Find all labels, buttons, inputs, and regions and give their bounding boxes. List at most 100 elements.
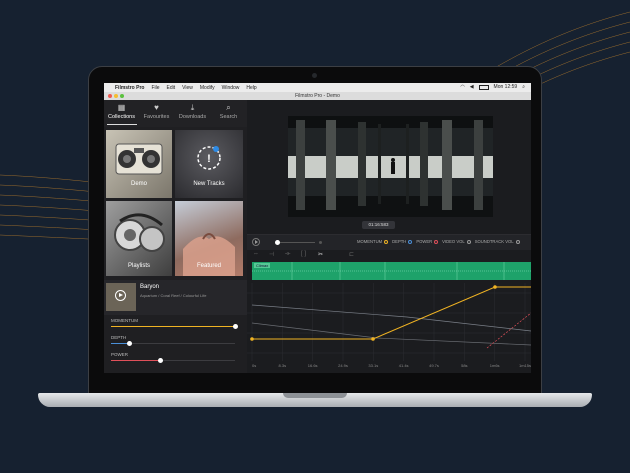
tab-favourites-label: Favourites [143,114,170,120]
menu-modify[interactable]: Modify [200,85,215,91]
clock[interactable]: Mon 12:59 [494,84,518,90]
momentum-slider[interactable] [111,324,238,329]
active-tab-indicator [107,124,137,125]
power-label: POWER [111,352,129,357]
new-tracks-icon: ! [197,146,221,170]
zoom-window-button[interactable] [120,94,124,98]
region-label: Climax [254,263,271,268]
scrubber[interactable] [275,240,315,245]
momentum-knob[interactable] [232,324,238,329]
music-region[interactable]: Climax [252,262,531,280]
timeline-tick-label: 16.6s [308,363,318,368]
timeline-tick-label: 49.7s [429,363,439,368]
minimize-window-button[interactable] [114,94,118,98]
depth-dot-icon [408,239,413,244]
timeline-tick-label: 58s [461,363,467,368]
split-icon[interactable]: ⟛ [285,251,290,258]
svg-text:!: ! [207,153,211,165]
tile-demo[interactable]: Demo [106,130,172,198]
menu-view[interactable]: View [182,85,193,91]
legend-power-label: POWER [416,239,433,244]
momentum-keyframe[interactable] [493,285,497,289]
heart-icon: ♥ [154,103,159,112]
transport-bar: MOMENTUM DEPTH POWER VIDEO VOL SOUNDTRAC… [247,234,531,250]
power-slider[interactable] [111,358,235,363]
legend-soundtrack-vol[interactable]: SOUNDTRACK VOL [475,239,520,244]
play-button[interactable] [252,238,260,246]
menubar: Filmstro Pro File Edit View Modify Windo… [104,83,531,92]
volume-icon[interactable]: ◀ [470,84,474,90]
menu-help[interactable]: Help [246,85,256,91]
tab-search[interactable]: ⌕ Search [211,103,246,120]
tile-playlists-label: Playlists [127,263,150,269]
depth-curve[interactable] [251,304,531,332]
power-knob[interactable] [158,358,164,363]
magnet-icon[interactable]: ⊏ [349,251,354,258]
webcam [312,73,317,78]
depth-knob[interactable] [127,341,133,346]
tab-downloads-label: Downloads [178,114,207,120]
momentum-keyframe[interactable] [250,337,254,341]
intensity-sliders: MOMENTUM DEPTH POWER [104,316,247,373]
now-playing[interactable]: Baryon Aquarium / Coral Reef / Colourful… [104,280,247,315]
cut-tool-icon[interactable]: ✂ [318,251,323,258]
edit-toolbar: ⇔ ⊣ ⟛ [ ] ✂ ⊏ [247,250,531,262]
close-window-button[interactable] [108,94,112,98]
menu-window[interactable]: Window [222,85,240,91]
timeline-tick-label: 33.1s [368,363,378,368]
tile-new-tracks[interactable]: ! New Tracks [175,130,243,198]
automation-legend: MOMENTUM DEPTH POWER VIDEO VOL SOUNDTRAC… [357,239,524,244]
menu-edit[interactable]: Edit [167,85,176,91]
momentum-fill [111,326,235,327]
timeline-tick-label: 0s [252,363,256,368]
tile-new-tracks-label: New Tracks [193,181,225,187]
search-icon: ⌕ [226,103,231,112]
tile-demo-label: Demo [130,181,147,187]
now-playing-thumbnail [106,283,136,311]
spotlight-icon[interactable]: ⌕ [522,84,525,90]
power-dot-icon [434,239,439,244]
momentum-label: MOMENTUM [111,318,138,323]
play-icon[interactable] [115,290,126,301]
now-playing-title: Baryon [140,284,160,290]
now-playing-subtitle: Aquarium / Coral Reef / Colourful Life [140,293,207,298]
legend-momentum[interactable]: MOMENTUM [357,239,389,244]
tab-search-label: Search [219,114,238,120]
volume-end-dot [319,241,322,244]
grid-icon: ▦ [117,103,126,112]
tab-collections[interactable]: ▦ Collections [104,103,139,120]
legend-video-vol[interactable]: VIDEO VOL [442,239,471,244]
window-title: Filmstro Pro - Demo [295,93,340,99]
tab-favourites[interactable]: ♥ Favourites [139,103,174,120]
waveform [252,262,531,280]
wifi-icon[interactable]: ◠ [460,84,464,90]
tab-collections-label: Collections [108,114,135,120]
legend-soundtrack-vol-label: SOUNDTRACK VOL [474,239,514,244]
tile-featured[interactable]: Featured [175,201,243,276]
bracket-icon[interactable]: [ ] [301,251,306,257]
split-left-icon[interactable]: ⊣ [269,251,274,258]
tab-downloads[interactable]: ⤓ Downloads [175,103,210,120]
legend-power[interactable]: POWER [416,239,439,244]
scrubber-knob[interactable] [275,240,280,245]
browser-panel: ▦ Collections ♥ Favourites ⤓ Downloads ⌕… [104,100,247,373]
timeline-tick-label: 1m6s [490,363,500,368]
video-preview[interactable] [288,116,493,217]
tile-demo-artwork [115,143,163,175]
legend-depth-label: DEPTH [392,239,407,244]
download-icon: ⤓ [190,103,195,112]
legend-depth[interactable]: DEPTH [392,239,413,244]
battery-icon[interactable] [478,84,489,90]
window-titlebar: Filmstro Pro - Demo [104,92,531,100]
momentum-keyframe[interactable] [371,337,375,341]
menu-file[interactable]: File [151,85,159,91]
move-tool-icon[interactable]: ⇔ [253,251,259,257]
tile-playlists[interactable]: Playlists [106,201,172,276]
video-vol-dot-icon [466,239,471,244]
depth-slider[interactable] [111,341,235,346]
laptop-notch [283,393,347,398]
legend-video-vol-label: VIDEO VOL [442,239,465,244]
menu-app-name[interactable]: Filmstro Pro [115,85,144,91]
automation-graph[interactable]: 0s 8.3s 16.6s 24.9s 33.1s 41.4s 49.7s 58s 1m6s 1m… [247,283,531,373]
timecode-display: 01:16:583 [362,221,395,229]
